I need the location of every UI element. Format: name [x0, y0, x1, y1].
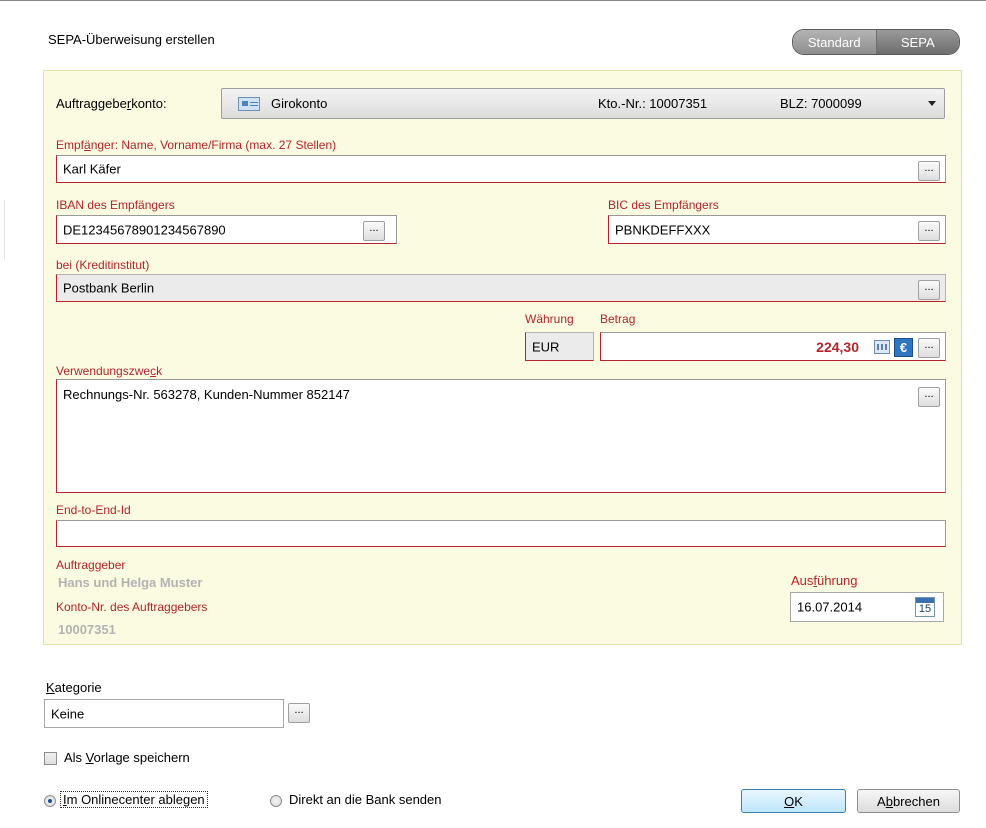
bank-field: Postbank Berlin ... [56, 274, 946, 302]
toggle-standard[interactable]: Standard [793, 30, 877, 54]
currency-label: Währung [525, 312, 574, 326]
dialog-title: SEPA-Überweisung erstellen [48, 32, 215, 47]
purpose-label: Verwendungszweck [56, 364, 163, 378]
account-name: Girokonto [271, 96, 328, 111]
bank-label: bei (Kreditinstitut) [56, 258, 150, 272]
bank-value: Postbank Berlin [63, 280, 155, 296]
iban-label: IBAN des Empfängers [56, 198, 175, 212]
amount-lookup-button[interactable]: ... [918, 338, 940, 358]
save-template-checkbox[interactable] [44, 752, 57, 765]
amount-label: Betrag [600, 312, 636, 326]
purpose-lookup-button[interactable]: ... [918, 387, 940, 407]
bank-lookup-button[interactable]: ... [918, 280, 940, 300]
category-value: Keine [51, 706, 85, 721]
window-top-border [0, 0, 986, 1]
bic-label: BIC des Empfängers [608, 198, 719, 212]
end-to-end-field[interactable] [56, 520, 946, 547]
category-field[interactable]: Keine [44, 699, 284, 728]
currency-value: EUR [532, 339, 560, 354]
currency-field: EUR [525, 332, 594, 361]
cancel-button[interactable]: Ab brechen [857, 789, 960, 813]
account-select[interactable]: Girokonto Kto.-Nr.: 10007351 BLZ: 700009… [221, 88, 945, 119]
category-lookup-button[interactable]: ... [288, 703, 310, 723]
recipient-label: Empfänger: Name, Vorname/Firma (max. 27 … [56, 138, 337, 152]
purpose-field[interactable]: Rechnungs-Nr. 563278, Kunden-Nummer 8521… [56, 379, 946, 493]
execution-date-value: 16.07.2014 [797, 599, 863, 615]
amount-value: 224,30 [816, 339, 859, 355]
bic-lookup-button[interactable]: ... [918, 221, 940, 241]
euro-icon[interactable]: € [894, 338, 913, 357]
calendar-icon[interactable]: 15 [915, 597, 935, 617]
window-left-edge [4, 200, 5, 260]
iban-field[interactable]: DE12345678901234567890 ... [56, 215, 397, 244]
save-template-label[interactable]: Als Vorlage speichern [64, 750, 190, 765]
recipient-value: Karl Käfer [63, 161, 121, 177]
iban-lookup-button[interactable]: ... [363, 221, 385, 241]
radio-direct-bank[interactable] [270, 795, 282, 807]
category-label: Kategorie [46, 680, 102, 695]
radio-onlinecenter[interactable] [44, 795, 56, 807]
execution-label: Ausführung [791, 573, 858, 588]
recipient-field[interactable]: Karl Käfer ... [56, 155, 946, 183]
iban-value: DE12345678901234567890 [63, 222, 226, 237]
radio-direct-bank-label[interactable]: Direkt an die Bank senden [289, 792, 441, 807]
execution-date-field[interactable]: 16.07.2014 15 [790, 592, 944, 622]
account-blz: BLZ: 7000099 [780, 96, 862, 111]
originator-account-value: 10007351 [58, 622, 116, 637]
end-to-end-label: End-to-End-Id [56, 503, 131, 517]
toggle-sepa[interactable]: SEPA [876, 30, 959, 54]
bic-value: PBNKDEFFXXX [615, 222, 711, 237]
account-card-icon [238, 97, 260, 111]
bic-field[interactable]: PBNKDEFFXXX ... [608, 215, 946, 244]
amount-field[interactable]: 224,30 € ... [600, 332, 946, 361]
mode-toggle[interactable]: Standard SEPA [792, 29, 960, 55]
purpose-value: Rechnungs-Nr. 563278, Kunden-Nummer 8521… [63, 387, 350, 402]
dropdown-chevron-icon [928, 101, 936, 106]
originator-label: Auftraggeber [56, 558, 126, 572]
account-number: Kto.-Nr.: 10007351 [598, 96, 708, 111]
originator-account-label: Konto-Nr. des Auftraggebers [56, 600, 208, 614]
recipient-lookup-button[interactable]: ... [918, 161, 940, 181]
account-label: Auftraggeberkonto: [56, 96, 167, 111]
ok-button[interactable]: OK [741, 789, 846, 813]
calculator-icon[interactable] [874, 340, 890, 354]
originator-value: Hans und Helga Muster [58, 575, 203, 590]
radio-onlinecenter-label[interactable]: Im Onlinecenter ablegen [60, 791, 208, 808]
